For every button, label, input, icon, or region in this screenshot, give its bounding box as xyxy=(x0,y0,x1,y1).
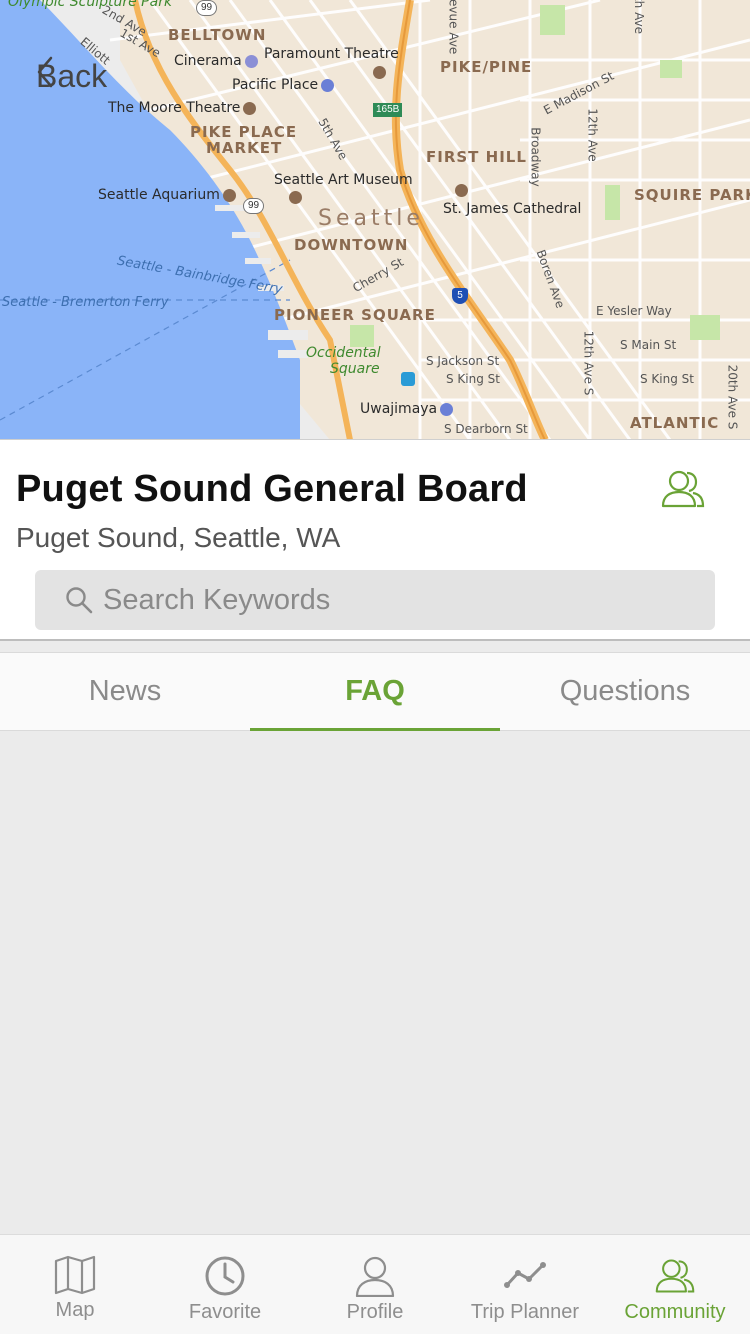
church-icon xyxy=(455,184,468,197)
map-icon xyxy=(54,1255,96,1295)
hw99-shield: 99 xyxy=(196,0,218,16)
map-label-sculpture-park: Olympic Sculpture Park xyxy=(8,0,173,10)
aquarium-icon xyxy=(222,188,236,202)
map-label-market: MARKET xyxy=(206,139,283,157)
tabbar-label: Favorite xyxy=(188,1301,262,1323)
tabbar-label: Community xyxy=(624,1301,726,1323)
shopping-icon xyxy=(321,78,335,92)
poi-label: The Moore Theatre xyxy=(108,100,241,116)
tabbar-item-profile[interactable]: Profile xyxy=(300,1235,450,1334)
search-icon xyxy=(66,587,93,614)
search-bar[interactable] xyxy=(35,570,715,630)
tabbar-label: Map xyxy=(55,1299,95,1321)
content-area xyxy=(0,731,750,1234)
map-label-s-king: S King St xyxy=(446,372,500,386)
transit-icon xyxy=(401,372,415,386)
tabbar-item-map[interactable]: Map xyxy=(0,1235,150,1334)
map-label-s-jackson: S Jackson St xyxy=(426,354,500,368)
map-poi-cinerama[interactable]: Cinerama xyxy=(174,53,258,69)
paramount-icon xyxy=(373,66,386,79)
route-icon xyxy=(504,1262,546,1288)
segment-tabs: News FAQ Questions xyxy=(0,652,750,731)
map-label-twentieth-ave: 20th Ave S xyxy=(725,364,740,430)
map-label-pioneer-square: PIONEER SQUARE xyxy=(274,306,436,324)
map-label-broadway: Broadway xyxy=(528,127,543,187)
map-poi-pacific-place[interactable]: Pacific Place xyxy=(232,77,335,93)
map-poi-art-museum[interactable]: Seattle Art Museum xyxy=(274,172,413,188)
map-poi-st-james[interactable]: St. James Cathedral xyxy=(443,201,581,217)
theatre-icon xyxy=(244,54,258,68)
bottom-tab-bar: Map Favorite Profile Trip Planner Commun… xyxy=(0,1234,750,1334)
clock-icon xyxy=(205,1256,245,1296)
map-label-occidental: Occidental xyxy=(306,345,381,361)
board-header: Puget Sound General Board Puget Sound, S… xyxy=(0,440,750,641)
board-location: Puget Sound, Seattle, WA xyxy=(16,522,341,553)
map-label-th-ave: th Ave xyxy=(632,0,647,35)
theatre-icon xyxy=(243,101,257,115)
map-label-s-main: S Main St xyxy=(620,338,677,352)
map-poi-aquarium[interactable]: Seattle Aquarium xyxy=(98,187,236,203)
map-label-seattle: Seattle xyxy=(318,206,424,231)
map-view[interactable]: Olympic Sculpture Park 2nd Ave 1st Ave E… xyxy=(0,0,750,440)
map-label-downtown: DOWNTOWN xyxy=(294,236,409,254)
board-title: Puget Sound General Board xyxy=(16,468,528,510)
map-label-pike-pine: PIKE/PINE xyxy=(440,58,533,76)
hw99-shield: 99 xyxy=(243,198,265,214)
back-button[interactable]: Back xyxy=(36,56,107,96)
community-icon xyxy=(661,470,705,508)
tab-questions[interactable]: Questions xyxy=(500,653,750,730)
tabbar-label: Profile xyxy=(346,1301,404,1323)
poi-label: Cinerama xyxy=(174,53,242,69)
search-input[interactable] xyxy=(103,583,683,617)
map-label-belltown: BELLTOWN xyxy=(168,26,267,44)
tab-news[interactable]: News xyxy=(0,653,250,730)
poi-label: Seattle Aquarium xyxy=(98,187,220,203)
poi-label: Pacific Place xyxy=(232,77,319,93)
map-label-atlantic: ATLANTIC xyxy=(630,414,720,432)
tabbar-item-favorite[interactable]: Favorite xyxy=(150,1235,300,1334)
map-label-twelfth-ave-s: 12th Ave S xyxy=(581,330,596,396)
tabbar-item-trip-planner[interactable]: Trip Planner xyxy=(450,1235,600,1334)
tabbar-item-community[interactable]: Community xyxy=(600,1235,750,1334)
map-label-s-king-east: S King St xyxy=(640,372,694,386)
chevron-left-icon xyxy=(37,56,53,88)
museum-icon xyxy=(289,191,302,204)
map-label-square: Square xyxy=(330,361,380,377)
map-label-first-hill: FIRST HILL xyxy=(426,148,527,166)
map-label-squire-park: SQUIRE PARK xyxy=(634,186,750,204)
poi-label: Uwajimaya xyxy=(360,401,438,417)
community-icon xyxy=(655,1259,695,1293)
community-member-button[interactable] xyxy=(660,466,706,512)
person-icon xyxy=(355,1256,395,1297)
map-label-pike-place: PIKE PLACE xyxy=(190,123,298,141)
map-label-twelfth-ave: 12th Ave xyxy=(585,108,600,162)
map-label-e-yesler: E Yesler Way xyxy=(596,304,672,318)
tab-faq[interactable]: FAQ xyxy=(250,653,500,731)
map-label-s-dearborn: S Dearborn St xyxy=(444,422,528,436)
map-poi-uwajimaya[interactable]: Uwajimaya xyxy=(360,401,454,417)
map-poi-moore[interactable]: The Moore Theatre xyxy=(108,100,257,116)
shopping-icon xyxy=(440,402,454,416)
tabbar-label: Trip Planner xyxy=(470,1301,580,1323)
map-label-bellevue-ave: levue Ave xyxy=(446,0,461,55)
map-label-ferry-bremerton: Seattle - Bremerton Ferry xyxy=(2,295,169,310)
i5-shield: 5 xyxy=(452,288,468,304)
divider xyxy=(0,639,750,641)
map-poi-paramount[interactable]: Paramount Theatre xyxy=(264,46,399,62)
hw165-shield: 165B xyxy=(373,103,403,117)
